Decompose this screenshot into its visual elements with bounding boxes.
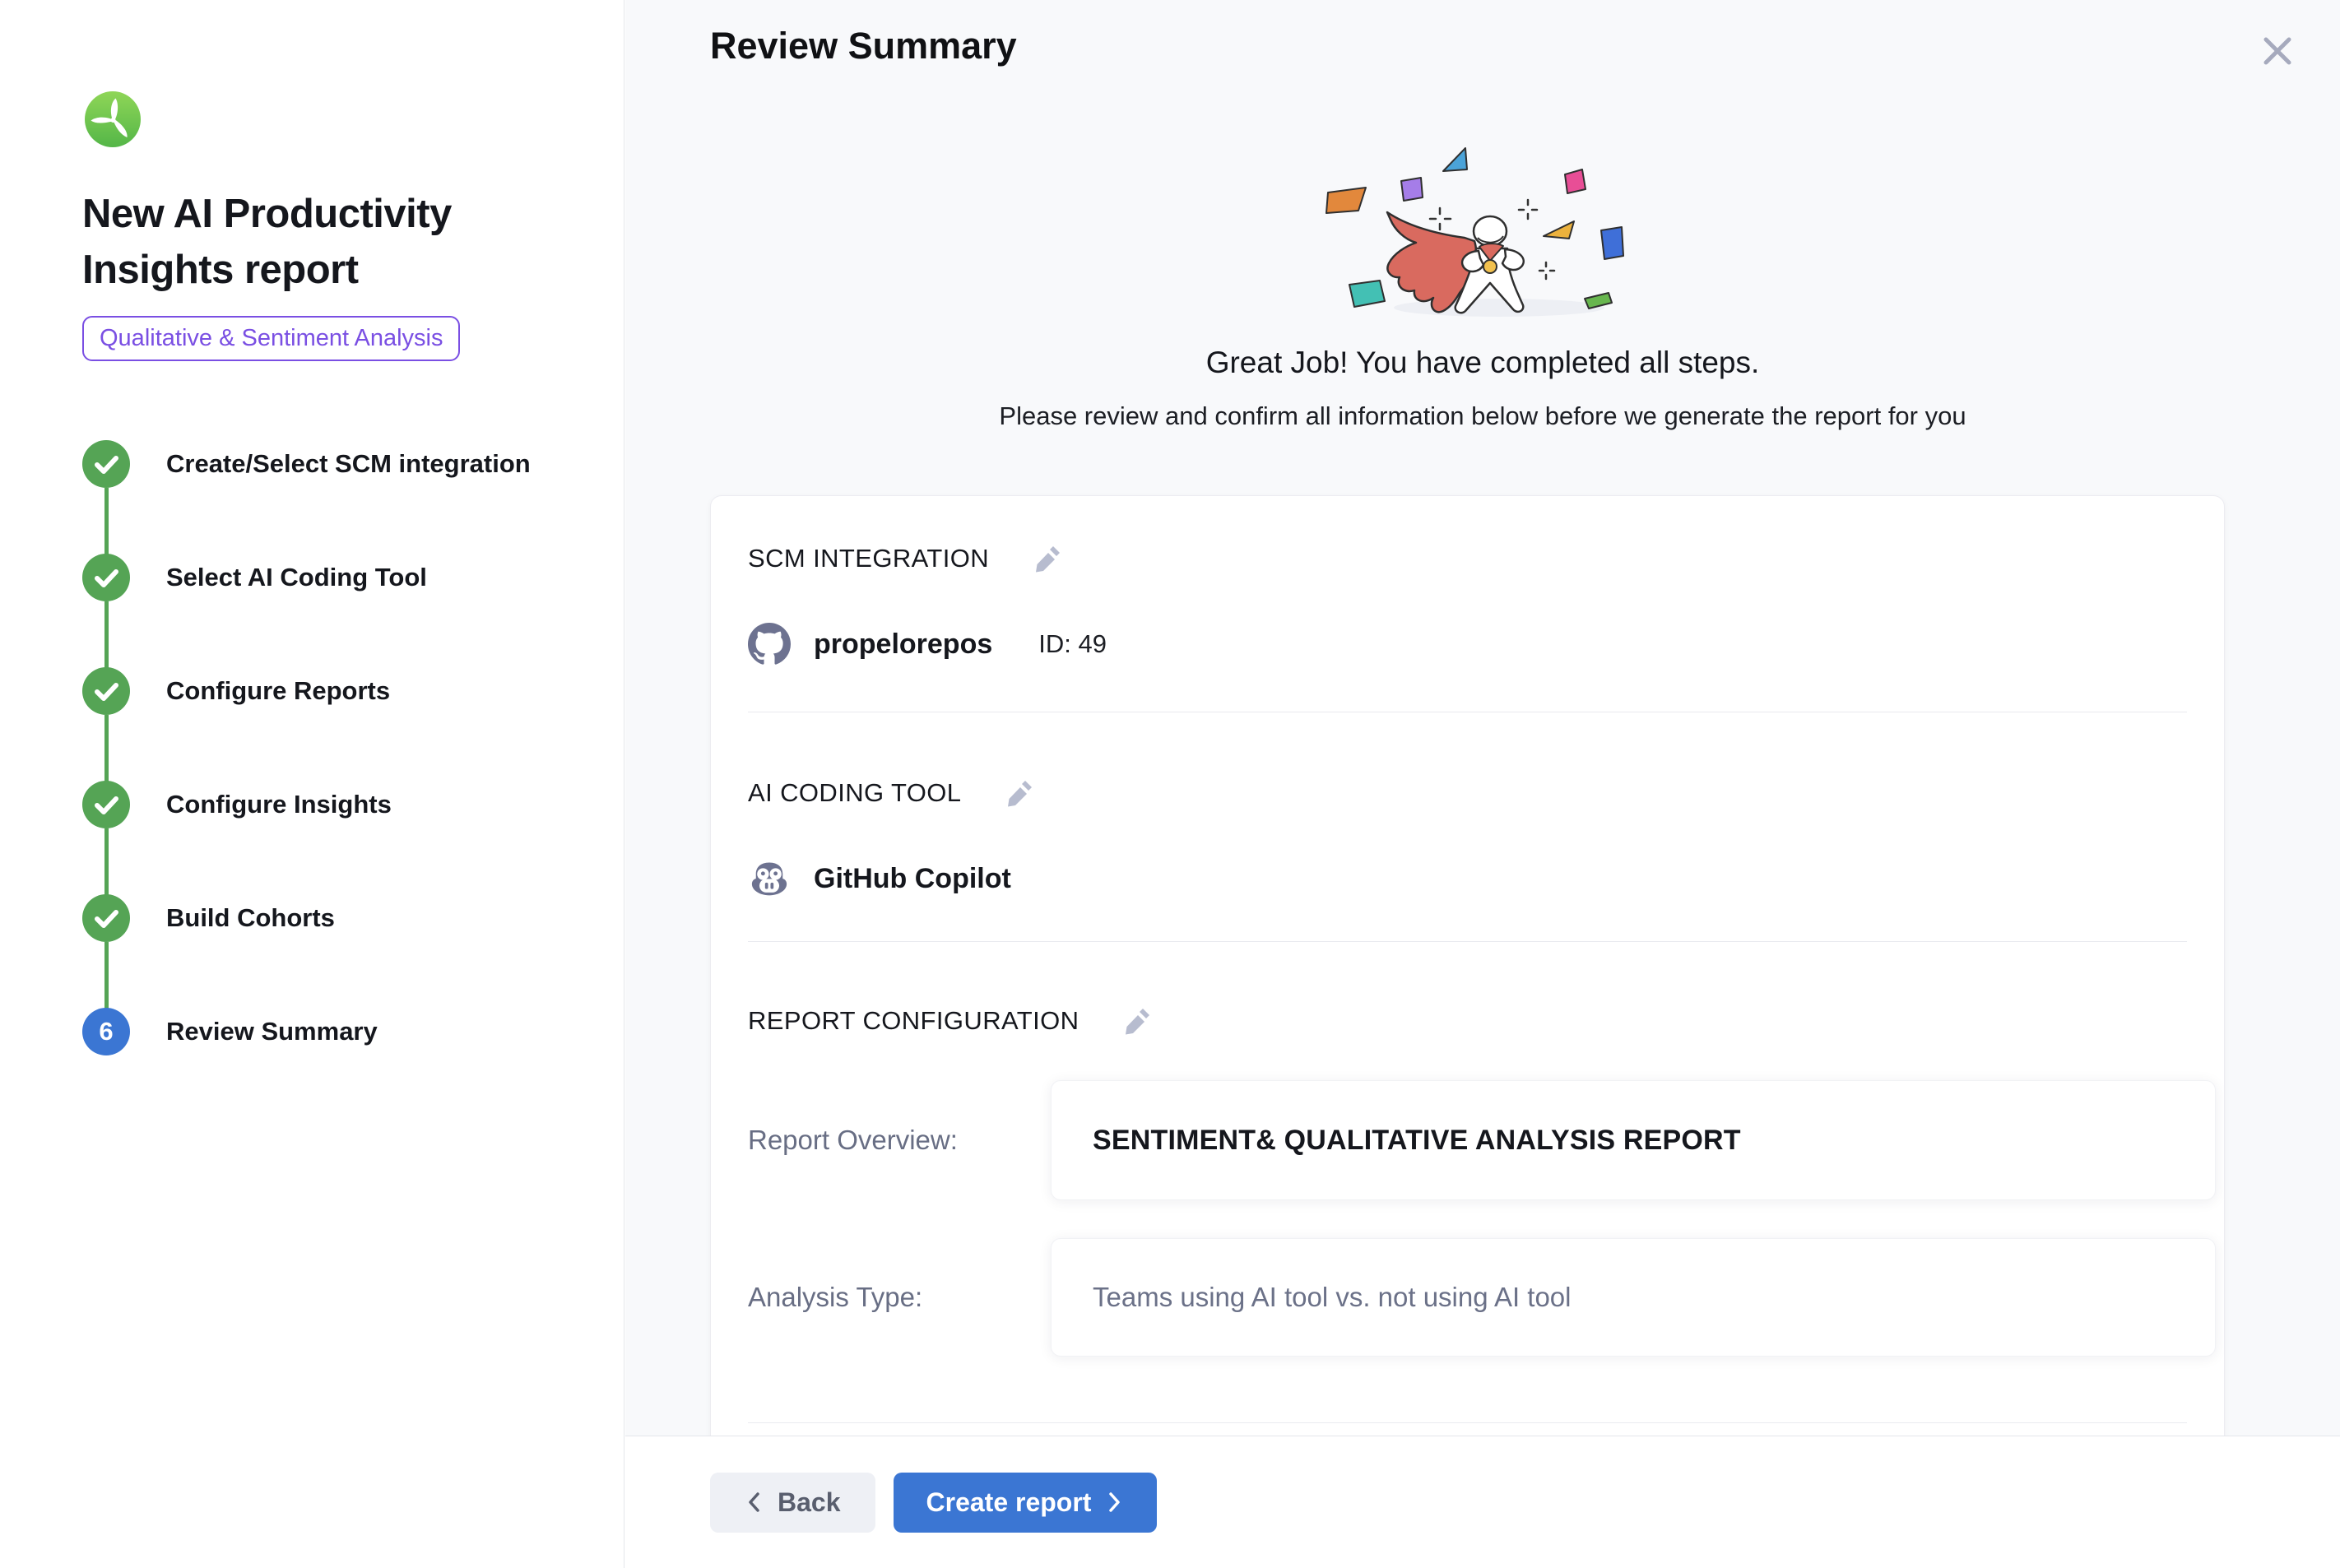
- review-summary-panel: Review Summary: [625, 0, 2340, 1568]
- ai-tool-section-title: AI CODING TOOL: [748, 778, 961, 808]
- scm-section-title: SCM INTEGRATION: [748, 544, 989, 573]
- report-overview-label: Report Overview:: [748, 1125, 1051, 1156]
- wizard-footer: Back Create report: [625, 1436, 2340, 1568]
- step-label: Configure Insights: [166, 790, 392, 819]
- step-create-select-scm-integration[interactable]: Create/Select SCM integration: [82, 440, 574, 488]
- analysis-type-value: Teams using AI tool vs. not using AI too…: [1093, 1282, 1572, 1313]
- chevron-right-icon: [1104, 1491, 1124, 1514]
- ai-tool-section-header: AI CODING TOOL: [711, 775, 2224, 811]
- hero-message: Great Job! You have completed all steps.: [625, 346, 2340, 380]
- back-button[interactable]: Back: [710, 1473, 875, 1533]
- create-report-button[interactable]: Create report: [894, 1473, 1158, 1533]
- wizard-title: New AI Productivity Insights report: [82, 186, 518, 298]
- hero-submessage: Please review and confirm all informatio…: [625, 401, 2340, 431]
- step-review-summary[interactable]: 6 Review Summary: [82, 1008, 574, 1055]
- step-build-cohorts[interactable]: Build Cohorts: [82, 894, 574, 942]
- analysis-type-row: Analysis Type: Teams using AI tool vs. n…: [711, 1238, 2224, 1357]
- summary-card: SCM INTEGRATION propelorepos ID: 49: [710, 495, 2225, 1466]
- app-root: New AI Productivity Insights report Qual…: [0, 0, 2340, 1568]
- edit-ai-tool-button[interactable]: [1002, 775, 1038, 811]
- github-copilot-icon: [748, 857, 791, 900]
- pencil-icon: [1121, 1004, 1154, 1037]
- close-icon[interactable]: [2256, 30, 2299, 72]
- step-configure-insights[interactable]: Configure Insights: [82, 781, 574, 828]
- report-overview-value: SENTIMENT& QUALITATIVE ANALYSIS REPORT: [1093, 1125, 1741, 1157]
- step-label: Configure Reports: [166, 676, 390, 706]
- divider: [748, 941, 2187, 942]
- scm-integration-row: propelorepos ID: 49: [711, 623, 2224, 666]
- sidebar: New AI Productivity Insights report Qual…: [0, 0, 624, 1568]
- scm-integration-id: ID: 49: [1038, 629, 1107, 659]
- create-report-button-label: Create report: [926, 1487, 1092, 1518]
- report-type-badge: Qualitative & Sentiment Analysis: [82, 316, 460, 361]
- scm-section-header: SCM INTEGRATION: [711, 540, 2224, 577]
- github-icon: [748, 623, 791, 666]
- step-number-badge: 6: [82, 1008, 130, 1055]
- step-label: Select AI Coding Tool: [166, 563, 427, 592]
- analysis-type-label: Analysis Type:: [748, 1282, 1051, 1313]
- chevron-left-icon: [745, 1491, 764, 1514]
- step-select-ai-coding-tool[interactable]: Select AI Coding Tool: [82, 554, 574, 601]
- ai-tool-row: GitHub Copilot: [711, 857, 2224, 900]
- wizard-stepper: Create/Select SCM integration Select AI …: [82, 440, 574, 1055]
- check-icon: [82, 667, 130, 715]
- propelo-logo-icon: [82, 89, 143, 150]
- scm-integration-name: propelorepos: [814, 629, 992, 661]
- panel-title: Review Summary: [710, 25, 1017, 67]
- check-icon: [82, 781, 130, 828]
- step-label: Review Summary: [166, 1017, 378, 1046]
- divider: [748, 1422, 2187, 1423]
- report-overview-row: Report Overview: SENTIMENT& QUALITATIVE …: [711, 1080, 2224, 1200]
- ai-tool-name: GitHub Copilot: [814, 863, 1011, 895]
- report-config-section-title: REPORT CONFIGURATION: [748, 1006, 1079, 1036]
- pencil-icon: [1032, 541, 1065, 574]
- analysis-type-value-box: Teams using AI tool vs. not using AI too…: [1051, 1238, 2216, 1357]
- report-config-section-header: REPORT CONFIGURATION: [711, 1003, 2224, 1039]
- report-overview-value-box: SENTIMENT& QUALITATIVE ANALYSIS REPORT: [1051, 1080, 2216, 1200]
- edit-scm-button[interactable]: [1030, 540, 1066, 577]
- edit-report-config-button[interactable]: [1120, 1003, 1156, 1039]
- back-button-label: Back: [778, 1487, 841, 1518]
- step-label: Build Cohorts: [166, 903, 335, 933]
- check-icon: [82, 554, 130, 601]
- check-icon: [82, 894, 130, 942]
- step-label: Create/Select SCM integration: [166, 449, 531, 479]
- completion-hero: Great Job! You have completed all steps.…: [625, 123, 2340, 431]
- check-icon: [82, 440, 130, 488]
- pencil-icon: [1004, 776, 1037, 809]
- step-configure-reports[interactable]: Configure Reports: [82, 667, 574, 715]
- celebration-illustration: [1292, 123, 1720, 325]
